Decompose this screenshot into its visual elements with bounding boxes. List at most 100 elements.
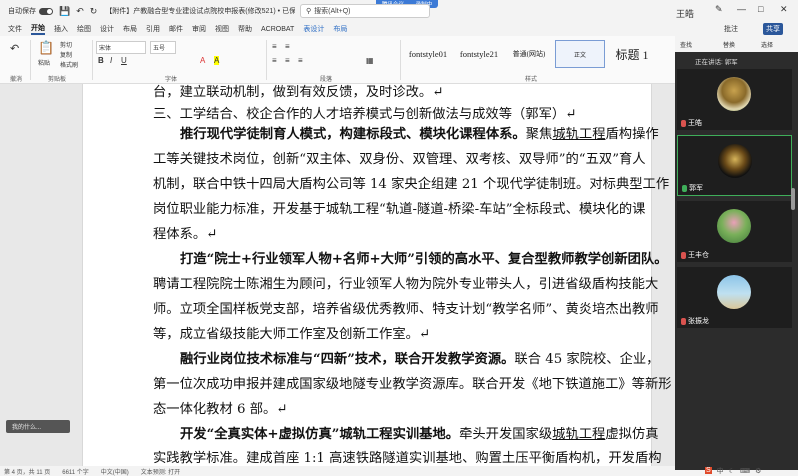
font-name-select[interactable]: 宋体 <box>96 41 146 54</box>
menu-file[interactable]: 文件 <box>8 24 22 34</box>
group-paragraph-label: 段落 <box>320 77 333 83</box>
participant-name: 张振龙 <box>681 316 709 326</box>
avatar <box>717 209 751 243</box>
floating-toolbar[interactable]: 我的什么... <box>6 420 70 433</box>
speaking-indicator: 正在讲话: 郭军 <box>695 59 738 66</box>
save-icon[interactable]: 💾 <box>59 6 70 17</box>
bullets-icon[interactable]: ≡ <box>272 42 277 51</box>
format-painter-button[interactable]: 格式刷 <box>60 60 78 69</box>
meeting-panel: 正在讲话: 郭军 王皓 郭军 王丰仓 张振龙 <box>675 52 798 470</box>
maximize-icon[interactable]: □ <box>758 4 763 14</box>
borders-icon[interactable]: ▦ <box>366 56 374 65</box>
menu-acrobat[interactable]: ACROBAT <box>261 26 294 33</box>
doc-line: 第一位次成功申报并建成国家级地隧专业教学资源库。联合开发《地下铁道施工》等新形 <box>153 377 672 392</box>
minimize-icon[interactable]: — <box>737 4 746 14</box>
pen-icon[interactable]: ✎ <box>715 4 723 15</box>
menu-view[interactable]: 视图 <box>215 24 229 34</box>
doc-line: 打造“院士+行业领军人物+名师+大师”引领的高水平、复合型教师教学创新团队。 <box>180 252 668 267</box>
paste-icon[interactable]: 📋 <box>38 40 54 56</box>
menu-review[interactable]: 审阅 <box>192 24 206 34</box>
numbering-icon[interactable]: ≡ <box>285 42 290 51</box>
group-clipboard-label: 剪贴板 <box>48 77 67 83</box>
select-button[interactable]: 选择 <box>761 40 773 49</box>
word-window: 自动保存 💾 ↶ ↻ 【附件】产教融合型专业建设试点院校申报表(修改521) •… <box>0 0 798 476</box>
align-center-icon[interactable]: ≡ <box>285 56 290 65</box>
style-body[interactable]: 正文 <box>555 40 605 68</box>
user-name[interactable]: 王皓 <box>676 7 694 20</box>
mic-on-icon <box>682 184 687 192</box>
document-title: 【附件】产教融合型专业建设试点院校申报表(修改521) • 已保存到这台电脑 <box>105 8 296 15</box>
underline-icon[interactable]: U <box>121 56 127 65</box>
menu-draw[interactable]: 绘图 <box>77 24 91 34</box>
ribbon: ↶ 撤消 📋 粘贴 剪切 复制 格式刷 剪贴板 宋体 五号 B I U A A … <box>0 36 675 84</box>
chinese-input-icon[interactable]: 中 <box>717 466 724 476</box>
menu-insert[interactable]: 插入 <box>54 24 68 34</box>
comments-button[interactable]: 批注 <box>724 24 738 34</box>
doc-line: 融行业岗位技术标准与“四新”技术，联合开发教学资源。联合 45 家院校、企业， <box>180 352 660 367</box>
copy-button[interactable]: 复制 <box>60 50 72 59</box>
align-right-icon[interactable]: ≡ <box>298 56 303 65</box>
undo-button-icon[interactable]: ↶ <box>10 42 19 55</box>
keyboard-icon[interactable]: ⌨ <box>740 467 750 475</box>
floating-label: 我的什么... <box>12 425 42 431</box>
style-fontstyle21[interactable]: fontstyle21 <box>454 40 504 68</box>
share-button[interactable]: 共享 <box>763 23 783 35</box>
font-size-select[interactable]: 五号 <box>150 41 176 54</box>
align-left-icon[interactable]: ≡ <box>272 56 277 65</box>
paste-button[interactable]: 粘贴 <box>38 58 50 67</box>
document-area[interactable]: 台，建立联动机制，做到有效反馈，及时诊改。↵ 三、工学结合、校企合作的人才培养模… <box>0 84 675 466</box>
style-normal-web[interactable]: 普通(网站) <box>506 40 552 68</box>
document-page[interactable]: 台，建立联动机制，做到有效反馈，及时诊改。↵ 三、工学结合、校企合作的人才培养模… <box>82 84 672 466</box>
participant-tile[interactable]: 王丰仓 <box>677 201 792 262</box>
group-undo-label: 撤消 <box>10 77 23 83</box>
participant-tile[interactable]: 郭军 <box>677 135 792 196</box>
participant-tile[interactable]: 王皓 <box>677 69 792 130</box>
moon-icon[interactable]: ☾ <box>729 467 735 475</box>
doc-line: 等，成立省级技能大师工作室及创新工作室。↵ <box>153 327 431 342</box>
autosave-toggle[interactable] <box>39 7 53 15</box>
participant-tile[interactable]: 张振龙 <box>677 267 792 328</box>
undo-icon[interactable]: ↶ <box>76 6 84 17</box>
doc-line: 态一体化教材 6 部。↵ <box>153 402 288 417</box>
doc-line: 师。立项全国样板党支部，培养省级优秀教师、特支计划“教学名师”、黄炎培杰出教师 <box>153 302 659 317</box>
search-icon: ⚲ <box>306 8 312 15</box>
style-fontstyle01[interactable]: fontstyle01 <box>404 40 452 68</box>
doc-line: 机制，联合中铁十四局大盾构公司等 14 家央企组建 21 个现代学徒制班。对标典… <box>153 177 670 192</box>
search-box[interactable]: ⚲ 搜索(Alt+Q) <box>300 4 430 18</box>
find-button[interactable]: 查找 <box>680 40 692 49</box>
divider <box>30 40 31 80</box>
ime-icon[interactable]: S <box>705 467 712 474</box>
mic-muted-icon <box>681 251 686 259</box>
bold-icon[interactable]: B <box>98 56 104 65</box>
italic-icon[interactable]: I <box>110 56 112 65</box>
highlight-icon[interactable]: A <box>214 56 220 65</box>
menu-layout[interactable]: 布局 <box>123 24 137 34</box>
menu-home[interactable]: 开始 <box>31 23 45 35</box>
style-heading1[interactable]: 标题 1 <box>609 40 655 68</box>
menu-design[interactable]: 设计 <box>100 24 114 34</box>
font-color-icon[interactable]: A <box>200 56 205 65</box>
doc-line: 聘请工程院院士陈湘生为顾问，行业领军人物为院外专业带头人，引进省级盾构技能大 <box>153 277 659 292</box>
autosave-label: 自动保存 <box>8 8 36 15</box>
system-tray: S 中 ☾ ⌨ ⚙ <box>705 465 798 476</box>
menu-help[interactable]: 帮助 <box>238 24 252 34</box>
group-font-label: 字体 <box>165 77 178 83</box>
avatar <box>718 144 752 178</box>
menu-table-layout[interactable]: 布局 <box>333 24 347 34</box>
close-icon[interactable]: ✕ <box>780 4 788 15</box>
menu-mailings[interactable]: 邮件 <box>169 24 183 34</box>
participant-name: 王皓 <box>681 118 702 128</box>
menu-table-design[interactable]: 表设计 <box>303 24 324 34</box>
divider <box>400 40 401 80</box>
settings-icon[interactable]: ⚙ <box>755 467 761 475</box>
doc-line: 台，建立联动机制，做到有效反馈，及时诊改。↵ <box>153 85 444 100</box>
replace-button[interactable]: 替换 <box>723 40 735 49</box>
status-text: 第 4 页，共 11 页 6611 个字 中文(中国) 文本预测: 打开 <box>4 469 181 476</box>
menu-references[interactable]: 引用 <box>146 24 160 34</box>
doc-line: 岗位职业能力标准，开发基于城轨工程“轨道-隧道-桥梁-车站”全标段式、模块化的课 <box>153 202 646 217</box>
redo-icon[interactable]: ↻ <box>90 6 98 17</box>
divider <box>92 40 93 80</box>
scrollbar-thumb[interactable] <box>791 188 795 210</box>
cut-button[interactable]: 剪切 <box>60 40 72 49</box>
menu-bar: 文件 开始 插入 绘图 设计 布局 引用 邮件 审阅 视图 帮助 ACROBAT… <box>0 22 798 36</box>
